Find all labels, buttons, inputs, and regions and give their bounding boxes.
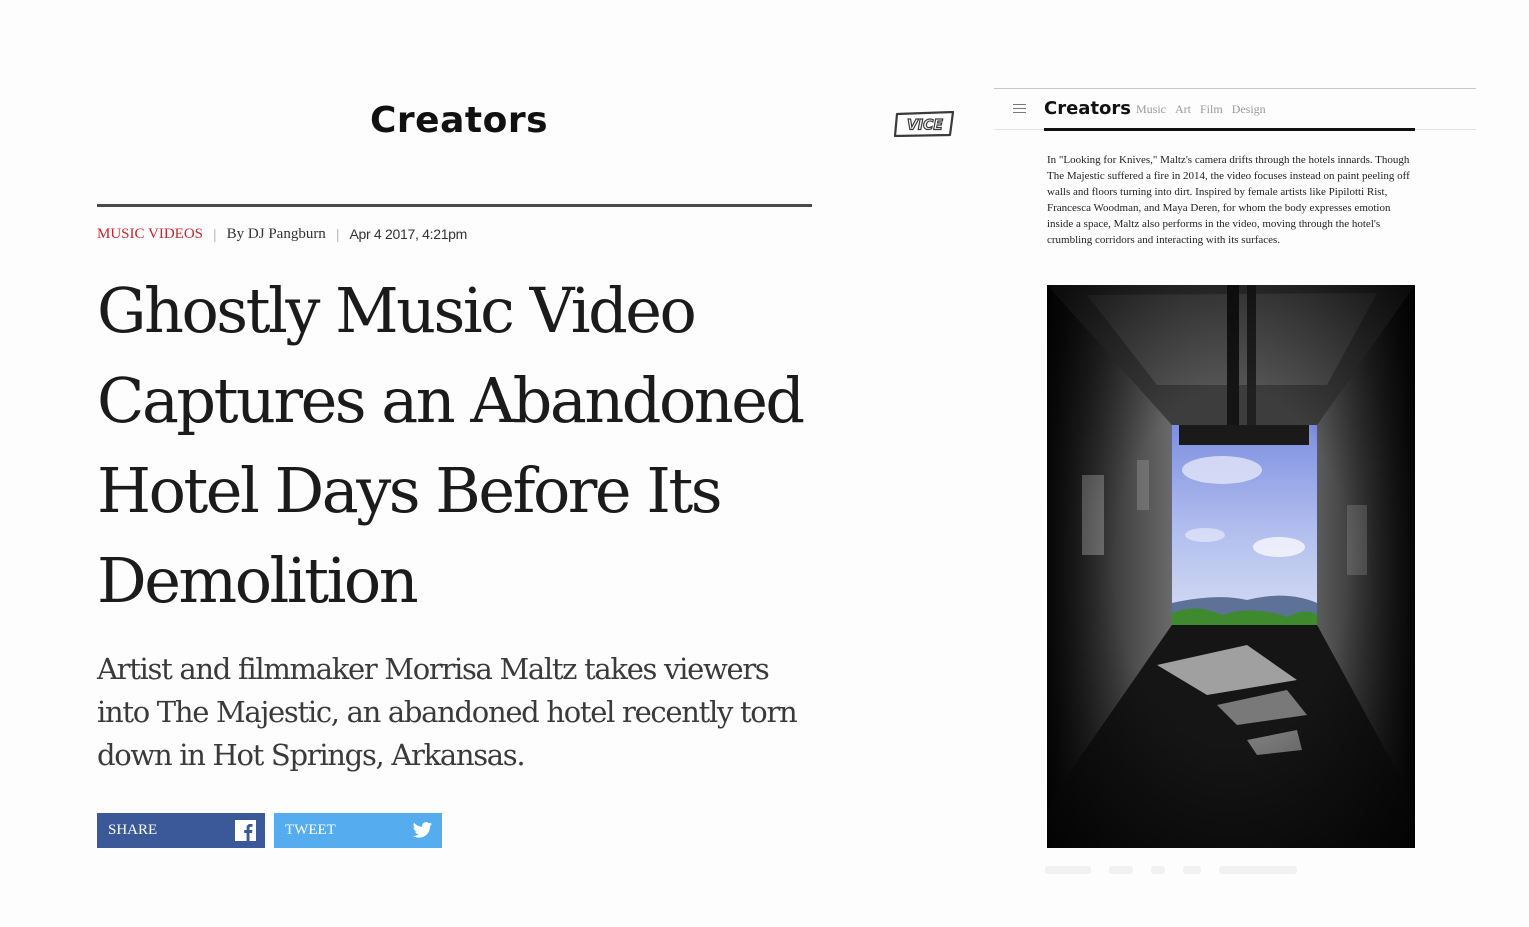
svg-text:VICE: VICE	[907, 118, 943, 134]
category-link[interactable]: MUSIC VIDEOS	[97, 226, 203, 242]
facebook-icon	[235, 820, 256, 841]
corridor-illustration	[1047, 285, 1415, 848]
tweet-label: TWEET	[285, 822, 336, 838]
nav-link-film[interactable]: Film	[1200, 102, 1223, 117]
article-headline: Ghostly Music Video Captures an Abandone…	[97, 274, 805, 617]
article-meta: MUSIC VIDEOS | By DJ Pangburn | Apr 4 20…	[97, 226, 467, 242]
panel-nav-links: Music Art Film Design	[1136, 102, 1266, 117]
menu-icon[interactable]	[1013, 104, 1026, 114]
byline[interactable]: By DJ Pangburn	[227, 226, 326, 242]
nav-link-art[interactable]: Art	[1175, 102, 1191, 117]
faded-toolbar	[1045, 862, 1375, 878]
panel-navbar: Creators Music Art Film Design	[994, 89, 1476, 129]
hotel-corridor-photo	[1047, 285, 1415, 848]
meta-separator: |	[213, 226, 217, 242]
creators-logo[interactable]: Creators	[370, 100, 560, 141]
header-rule	[97, 204, 812, 207]
twitter-icon	[412, 822, 433, 838]
facebook-share-button[interactable]: SHARE	[97, 813, 265, 848]
panel-creators-logo[interactable]: Creators	[1044, 98, 1131, 119]
meta-separator: |	[335, 226, 340, 242]
navbar-underline	[1044, 128, 1415, 131]
nav-link-music[interactable]: Music	[1136, 102, 1166, 117]
panel-body-text: In "Looking for Knives," Maltz's camera …	[1047, 154, 1410, 246]
article-dek: Artist and filmmaker Morrisa Maltz takes…	[97, 652, 798, 772]
vice-logo[interactable]: VICE	[893, 111, 957, 137]
tweet-button[interactable]: TWEET	[274, 813, 442, 848]
nav-link-design[interactable]: Design	[1232, 102, 1266, 117]
publish-date: Apr 4 2017, 4:21pm	[349, 226, 468, 242]
share-label: SHARE	[108, 822, 158, 838]
